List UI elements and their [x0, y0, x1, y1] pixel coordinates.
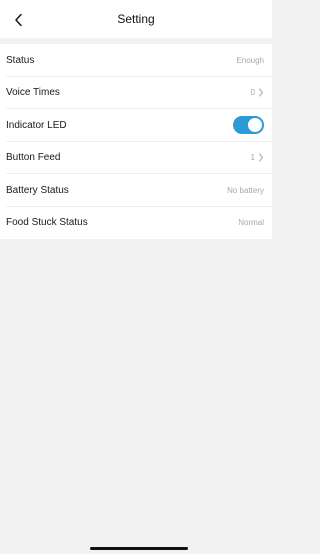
chevron-right-icon [259, 88, 263, 97]
toggle-knob [248, 118, 262, 133]
setting-row-battery-status: Battery Status No battery [0, 174, 272, 207]
setting-row-voice-times[interactable]: Voice Times 0 [0, 77, 272, 110]
setting-label: Indicator LED [6, 119, 67, 131]
home-indicator [90, 547, 188, 550]
setting-value: Normal [238, 218, 264, 228]
setting-value: No battery [227, 185, 264, 195]
setting-row-button-feed[interactable]: Button Feed 1 [0, 142, 272, 175]
setting-row-food-stuck-status: Food Stuck Status Normal [0, 207, 272, 240]
setting-row-indicator-led: Indicator LED [0, 109, 272, 142]
indicator-led-toggle[interactable] [233, 116, 264, 135]
chevron-right-icon [259, 153, 263, 162]
setting-value: 0 [250, 88, 255, 98]
setting-label: Battery Status [6, 184, 69, 196]
page-title: Setting [117, 12, 155, 26]
setting-label: Button Feed [6, 152, 61, 164]
settings-list: Status Enough Voice Times 0 Indicator LE… [0, 44, 272, 239]
setting-label: Food Stuck Status [6, 217, 88, 229]
setting-row-status: Status Enough [0, 44, 272, 77]
setting-value: 1 [250, 153, 255, 163]
nav-header: Setting [0, 0, 272, 38]
setting-label: Voice Times [6, 87, 60, 99]
setting-value: Enough [236, 55, 264, 65]
setting-label: Status [6, 54, 35, 66]
